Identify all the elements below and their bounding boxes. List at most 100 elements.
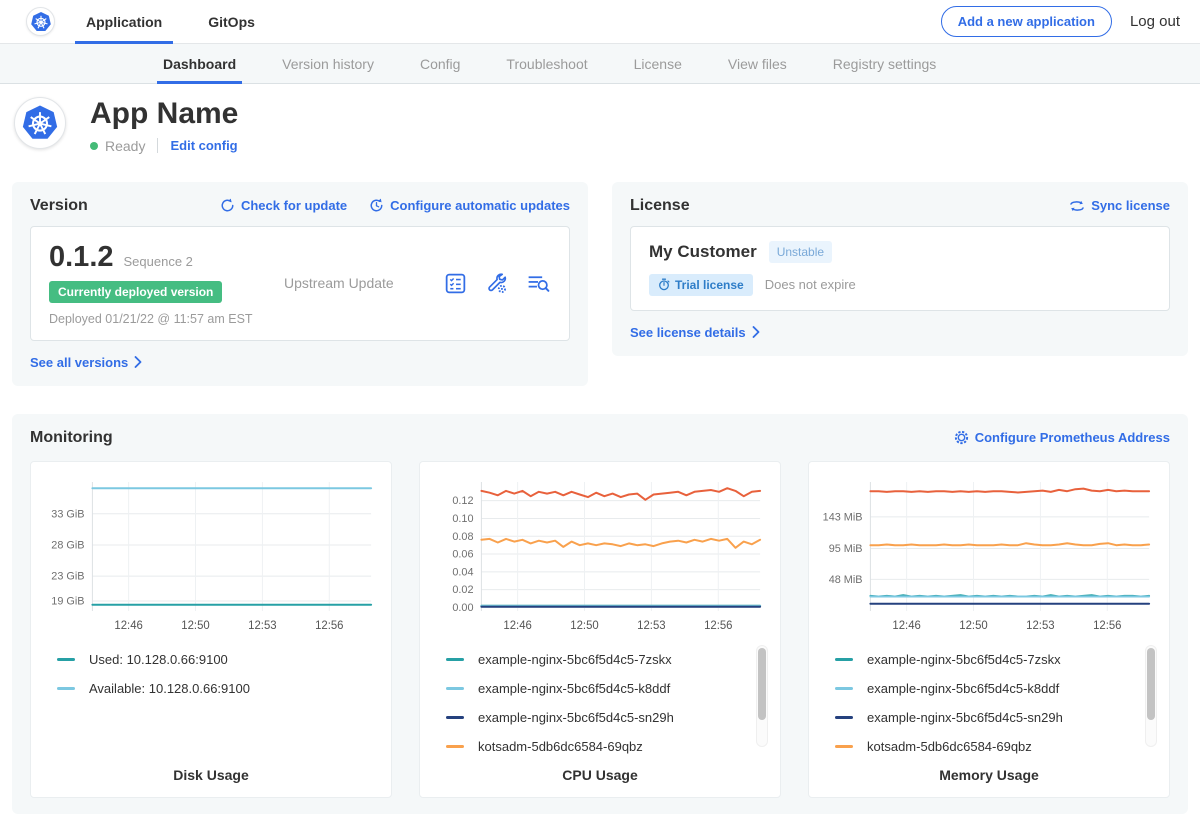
license-card: License Sync license My Customer Unstabl… [612,182,1188,356]
svg-text:48 MiB: 48 MiB [829,573,863,585]
cpu-usage-panel: 0.000.020.040.060.080.100.1212:4612:5012… [419,461,781,798]
configure-automatic-updates-link[interactable]: Configure automatic updates [369,198,570,213]
svg-text:12:50: 12:50 [959,619,987,631]
svg-text:12:53: 12:53 [1026,619,1054,631]
edit-config-link[interactable]: Edit config [170,138,237,153]
channel-badge: Unstable [769,241,832,263]
legend-dash [57,687,75,690]
disk-usage-panel: 19 GiB23 GiB28 GiB33 GiB12:4612:5012:531… [30,461,392,798]
charts-row: 19 GiB23 GiB28 GiB33 GiB12:4612:5012:531… [30,461,1170,798]
svg-text:12:46: 12:46 [114,619,142,631]
sync-license-label: Sync license [1091,198,1170,213]
wrench-gear-icon [484,271,509,296]
legend-item: example-nginx-5bc6f5d4c5-sn29h [835,703,1157,732]
topnav-item-gitops[interactable]: GitOps [197,0,266,44]
config-wrench-button[interactable] [484,271,509,296]
license-type-label: Trial license [675,278,744,292]
svg-text:12:46: 12:46 [503,619,531,631]
currently-deployed-badge: Currently deployed version [49,281,222,303]
tab-license[interactable]: License [628,44,688,84]
kubernetes-app-icon [19,102,61,144]
svg-text:0.02: 0.02 [452,584,473,596]
gear-icon [954,430,969,445]
see-license-details-label: See license details [630,325,746,340]
preflight-checks-button[interactable] [443,271,468,296]
tab-config[interactable]: Config [414,44,466,84]
configure-prometheus-label: Configure Prometheus Address [975,430,1170,445]
tab-registry-settings[interactable]: Registry settings [827,44,942,84]
kubernetes-logo-icon [29,10,53,34]
svg-text:12:46: 12:46 [892,619,920,631]
license-detail-panel: My Customer Unstable Trial license Does … [630,226,1170,311]
memory-usage-title: Memory Usage [821,767,1157,783]
legend-label: Used: 10.128.0.66:9100 [89,652,228,667]
legend-item: example-nginx-5bc6f5d4c5-7zskx [835,645,1157,674]
tab-troubleshoot[interactable]: Troubleshoot [500,44,593,84]
app-icon [14,97,66,149]
tab-dashboard[interactable]: Dashboard [157,44,242,84]
version-number: 0.1.2 [49,241,114,274]
kubernetes-logo[interactable] [26,7,55,36]
cpu-usage-chart: 0.000.020.040.060.080.100.1212:4612:5012… [432,472,768,637]
tab-view-files[interactable]: View files [722,44,793,84]
status-dot [90,142,98,150]
configure-prometheus-link[interactable]: Configure Prometheus Address [954,430,1170,445]
add-application-button[interactable]: Add a new application [941,6,1112,37]
legend-dash [835,687,853,690]
memory-usage-legend: example-nginx-5bc6f5d4c5-7zskx example-ng… [821,645,1157,763]
svg-text:23 GiB: 23 GiB [51,570,84,582]
legend-item: Available: 10.128.0.66:9100 [57,674,379,703]
svg-text:0.08: 0.08 [452,530,473,542]
topnav-item-application[interactable]: Application [75,0,173,44]
legend-label: example-nginx-5bc6f5d4c5-sn29h [867,710,1063,725]
sync-license-link[interactable]: Sync license [1069,198,1170,213]
legend-dash [835,745,853,748]
check-for-update-link[interactable]: Check for update [220,198,347,213]
monitoring-section: Monitoring Configure Prometheus Address … [12,414,1188,814]
see-all-versions-link[interactable]: See all versions [30,355,142,370]
legend-dash [446,687,464,690]
svg-text:12:56: 12:56 [315,619,343,631]
preflight-checklist-icon [443,271,468,296]
deploy-logs-button[interactable] [525,271,551,296]
legend-label: example-nginx-5bc6f5d4c5-k8ddf [478,681,670,696]
tab-version-history[interactable]: Version history [276,44,380,84]
legend-item: kotsadm-5db6dc6584-69qbz [446,732,768,761]
legend-label: kotsadm-5db6dc6584-69qbz [478,739,643,754]
see-license-details-link[interactable]: See license details [630,325,760,340]
legend-scrollbar[interactable] [756,645,768,747]
legend-label: example-nginx-5bc6f5d4c5-k8ddf [867,681,1059,696]
legend-dash [446,716,464,719]
legend-dash [446,658,464,661]
legend-scrollbar[interactable] [1145,645,1157,747]
logout-link[interactable]: Log out [1130,13,1180,30]
chevron-right-icon [134,356,142,368]
status-text: Ready [105,138,145,154]
svg-text:0.10: 0.10 [452,512,473,524]
legend-dash [57,658,75,661]
disk-usage-title: Disk Usage [43,767,379,783]
timer-icon [658,278,670,291]
legend-scrollbar-thumb[interactable] [1147,648,1155,720]
cards-row: Version Check for update [0,172,1200,386]
chevron-right-icon [752,326,760,338]
check-for-update-label: Check for update [241,198,347,213]
memory-usage-panel: 48 MiB95 MiB143 MiB12:4612:5012:5312:56e… [808,461,1170,798]
legend-item: example-nginx-5bc6f5d4c5-k8ddf [446,674,768,703]
legend-item: example-nginx-5bc6f5d4c5-k8ddf [835,674,1157,703]
svg-text:0.00: 0.00 [452,601,473,613]
legend-label: Available: 10.128.0.66:9100 [89,681,250,696]
page-title: App Name [90,97,238,132]
legend-dash [835,658,853,661]
svg-text:0.12: 0.12 [452,495,473,507]
svg-text:19 GiB: 19 GiB [51,595,84,607]
legend-scrollbar-thumb[interactable] [758,648,766,720]
clock-refresh-icon [369,198,384,213]
legend-label: example-nginx-5bc6f5d4c5-7zskx [478,652,672,667]
refresh-icon [220,198,235,213]
svg-text:0.04: 0.04 [452,566,473,578]
version-card: Version Check for update [12,182,588,386]
cpu-usage-legend: example-nginx-5bc6f5d4c5-7zskx example-ng… [432,645,768,763]
svg-text:12:56: 12:56 [704,619,732,631]
svg-text:12:53: 12:53 [248,619,276,631]
